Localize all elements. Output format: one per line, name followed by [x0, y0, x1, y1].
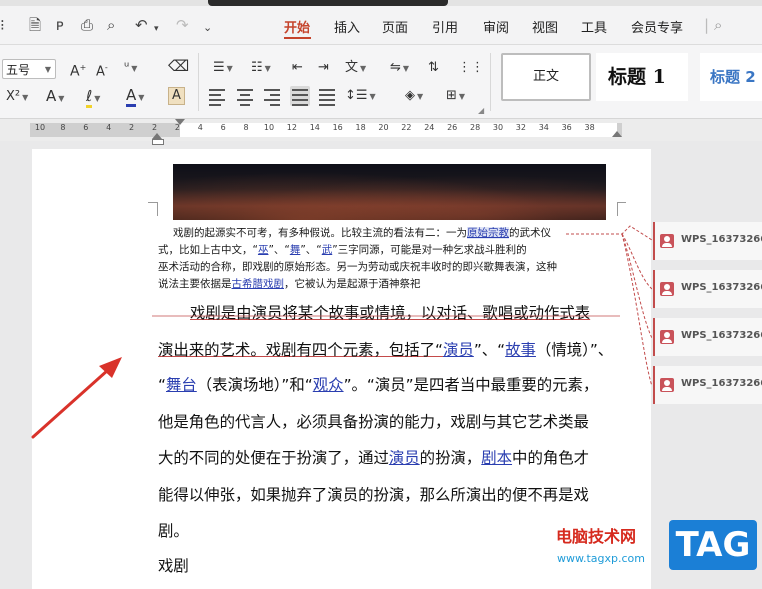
watermark-title: 电脑技术网	[556, 527, 637, 546]
comment-connector-lines	[152, 225, 653, 387]
comment-author: WPS_16373266	[681, 378, 762, 389]
watermark-badge: TAG	[669, 520, 757, 570]
comments-pane	[652, 149, 762, 577]
comment-connector-line	[566, 225, 653, 241]
comment-connector-line	[621, 233, 653, 290]
red-arrow-icon	[31, 357, 122, 439]
comment-card[interactable]: WPS_16373266	[653, 366, 762, 404]
avatar-icon	[660, 282, 674, 296]
avatar-icon	[660, 378, 674, 392]
comment-author: WPS_16373266	[681, 234, 762, 245]
comment-author: WPS_16373266	[681, 330, 762, 341]
comment-card[interactable]: WPS_16373266	[653, 318, 762, 356]
comment-card[interactable]: WPS_16373266	[653, 222, 762, 260]
avatar-icon	[660, 234, 674, 248]
watermark-url: www.tagxp.com	[557, 552, 645, 565]
comment-connector-line	[621, 233, 653, 339]
avatar-icon	[660, 330, 674, 344]
comment-card[interactable]: WPS_16373266	[653, 270, 762, 308]
annotation-overlay	[31, 225, 653, 439]
comment-author: WPS_16373266	[681, 282, 762, 293]
comment-connector-line	[621, 233, 653, 387]
